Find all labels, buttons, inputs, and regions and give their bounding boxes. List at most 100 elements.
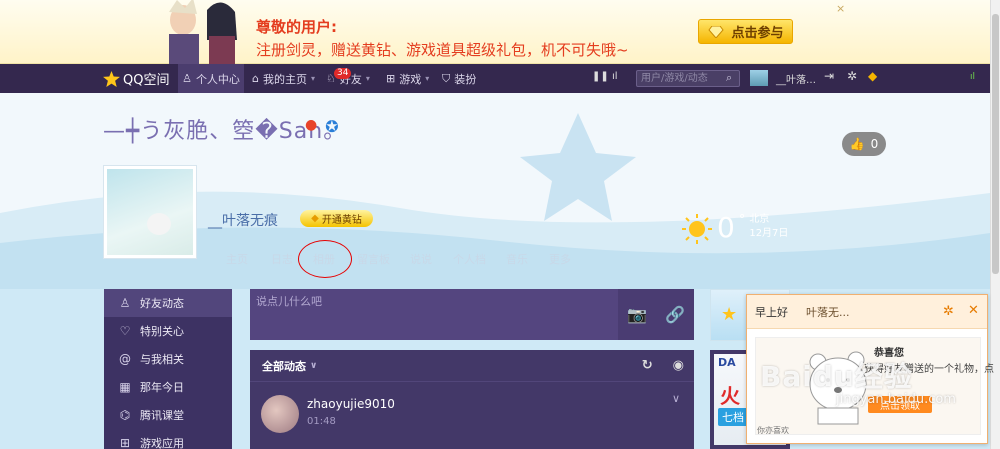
nav-label: 个人中心 <box>195 72 240 86</box>
person-icon: ♙ <box>119 296 131 310</box>
vip-diamond-icon[interactable]: ◆ <box>868 69 877 83</box>
nav-decorate[interactable]: ⛉ 装扮 <box>442 64 476 93</box>
subnav-music[interactable]: 音乐 <box>506 251 549 267</box>
chevron-down-icon: ▾ <box>365 74 370 83</box>
post-time: 01:48 <box>307 416 336 427</box>
teddy-bear-figure <box>147 213 171 235</box>
subnav-profile[interactable]: 个人档 <box>453 251 506 267</box>
thumbs-up-icon: 👍 <box>849 137 865 151</box>
weather-temperature: 0 <box>717 211 735 244</box>
nav-personal-center[interactable]: ♙ 个人中心 <box>178 64 244 93</box>
chevron-down-icon[interactable]: ∨ <box>310 361 317 371</box>
ad-join-button[interactable]: 点击参与 <box>698 19 793 44</box>
search-icon[interactable]: ⌕ <box>726 71 732 85</box>
composer-tools: 📷 🔗 <box>618 289 694 340</box>
grid-icon: ⊞ <box>386 72 396 85</box>
diamond-icon: ◆ <box>311 213 319 224</box>
game-char: 火 <box>720 384 740 408</box>
sidebar-item-related[interactable]: @ 与我相关 <box>104 345 232 373</box>
page-scrollbar[interactable] <box>990 0 1000 449</box>
camera-icon[interactable]: 📷 <box>627 305 647 324</box>
apps-icon: ⊞ <box>119 436 131 449</box>
red-annotation-circle <box>298 240 352 278</box>
post-username[interactable]: zhaoyujie9010 <box>307 397 395 411</box>
subnav-moments[interactable]: 说说 <box>410 251 453 267</box>
weather-city: 北京 <box>749 214 770 225</box>
like-count: 0 <box>870 137 879 151</box>
chevron-down-icon: ▾ <box>425 74 430 83</box>
chevron-down-icon: ▾ <box>310 74 315 83</box>
signal-icon[interactable]: ıl <box>612 71 618 82</box>
fav-badges: ● ✪ <box>305 117 339 136</box>
nav-user-nick[interactable]: __叶落… <box>776 71 816 86</box>
chevron-down-icon[interactable]: ∨ <box>672 392 680 405</box>
popup-footer: 你亦喜欢 <box>757 426 789 435</box>
weather-date: 12月7日 <box>749 228 789 239</box>
refresh-icon[interactable]: ↻ <box>642 358 653 373</box>
qzone-logo[interactable]: QQ空间 <box>103 69 169 88</box>
star-badge-icon[interactable]: ✪ <box>325 117 338 136</box>
sidebar-item-game-apps[interactable]: ⊞ 游戏应用 <box>104 429 232 449</box>
ad-characters-image <box>169 0 237 64</box>
subnav-home[interactable]: 主页 <box>226 251 271 267</box>
ad-subtitle: 注册剑灵，赠送黄钻、游戏道具超级礼包，机不可失哦~ <box>256 41 629 59</box>
open-vip-button[interactable]: ◆ 开通黄钻 <box>300 210 373 227</box>
friends-notification-badge: 34 <box>334 68 352 79</box>
ad-title: 尊敬的用户: <box>256 18 337 36</box>
sidebar-item-label: 游戏应用 <box>140 437 184 449</box>
post-composer[interactable]: 说点儿什么吧 📷 🔗 <box>250 289 694 340</box>
diamond-icon <box>708 25 725 38</box>
calendar-icon: ▦ <box>119 380 131 394</box>
baidu-watermark: Baidu经验 <box>760 360 913 393</box>
post-user-avatar[interactable] <box>261 395 299 433</box>
sidebar-item-this-day[interactable]: ▦ 那年今日 <box>104 373 232 401</box>
nav-label: 我的主页 <box>262 72 307 86</box>
scrollbar-thumb[interactable] <box>992 14 999 274</box>
left-sidebar: ♙ 好友动态 ♡ 特别关心 @ 与我相关 ▦ 那年今日 ⌬ 腾讯课堂 ⊞ 游戏应… <box>104 289 232 449</box>
game-tag: 七档 <box>718 408 748 426</box>
weather-widget[interactable]: 0 ° 北京 12月7日 <box>681 213 788 245</box>
home-icon: ⌂ <box>252 72 259 85</box>
feed-header: 全部动态 ∨ ↻ ◉ <box>250 350 694 382</box>
close-icon[interactable]: ✕ <box>968 303 979 318</box>
top-nav: QQ空间 ♙ 个人中心 ⌂ 我的主页 ▾ ♘ 好友 ▾ ⊞ 游戏 ▾ ⛉ 装扮 … <box>0 64 990 93</box>
nav-my-homepage[interactable]: ⌂ 我的主页 ▾ <box>252 64 315 93</box>
like-button[interactable]: 👍 0 <box>842 132 886 156</box>
ad-banner[interactable]: 尊敬的用户: 注册剑灵，赠送黄钻、游戏道具超级礼包，机不可失哦~ 点击参与 × <box>0 0 990 64</box>
gear-icon[interactable]: ✲ <box>943 304 954 319</box>
sidebar-item-label: 那年今日 <box>140 381 184 394</box>
sidebar-item-label: 好友动态 <box>140 297 184 310</box>
nav-games[interactable]: ⊞ 游戏 ▾ <box>386 64 429 93</box>
ad-close-icon[interactable]: × <box>836 2 845 15</box>
link-icon[interactable]: 🔗 <box>665 305 685 324</box>
graduation-icon: ⌬ <box>119 408 131 422</box>
sidebar-item-special-care[interactable]: ♡ 特别关心 <box>104 317 232 345</box>
logout-icon[interactable]: ⇥ <box>824 69 834 83</box>
profile-avatar[interactable] <box>103 165 197 259</box>
profile-name[interactable]: __叶落无痕 <box>208 210 278 230</box>
composer-placeholder[interactable]: 说点儿什么吧 <box>256 293 322 309</box>
pause-icon[interactable]: ❚❚ <box>592 71 609 82</box>
star-logo-icon <box>103 70 120 87</box>
nav-label: 游戏 <box>399 72 422 86</box>
wifi-signal-icon: ıl <box>970 72 976 82</box>
sun-icon <box>682 214 712 244</box>
user-avatar-small[interactable] <box>750 70 768 86</box>
vip-label: 开通黄钻 <box>321 215 362 226</box>
search-input[interactable]: 用户/游戏/动态 <box>636 70 740 87</box>
sidebar-item-friend-feed[interactable]: ♙ 好友动态 <box>104 289 232 317</box>
settings-gear-icon[interactable]: ✲ <box>847 69 857 83</box>
feed-filter-label[interactable]: 全部动态 <box>262 358 306 374</box>
sidebar-item-classroom[interactable]: ⌬ 腾讯课堂 <box>104 401 232 429</box>
tomato-icon[interactable]: ● <box>305 117 317 136</box>
target-icon[interactable]: ◉ <box>673 358 684 373</box>
avatar-image <box>107 169 193 255</box>
ad-join-label: 点击参与 <box>731 26 784 41</box>
person-icon: ♙ <box>182 72 192 85</box>
popup-nick: 叶落无... <box>806 305 850 319</box>
subnav-guestbook[interactable]: 留言板 <box>357 251 410 267</box>
subnav-more[interactable]: 更多 <box>549 251 579 267</box>
profile-subnav: 主页 日志 相册 留言板 说说 个人档 音乐 更多 <box>226 251 579 267</box>
baidu-watermark-url: jingyan.baidu.com <box>836 392 956 407</box>
star-icon: ★ <box>721 304 738 325</box>
